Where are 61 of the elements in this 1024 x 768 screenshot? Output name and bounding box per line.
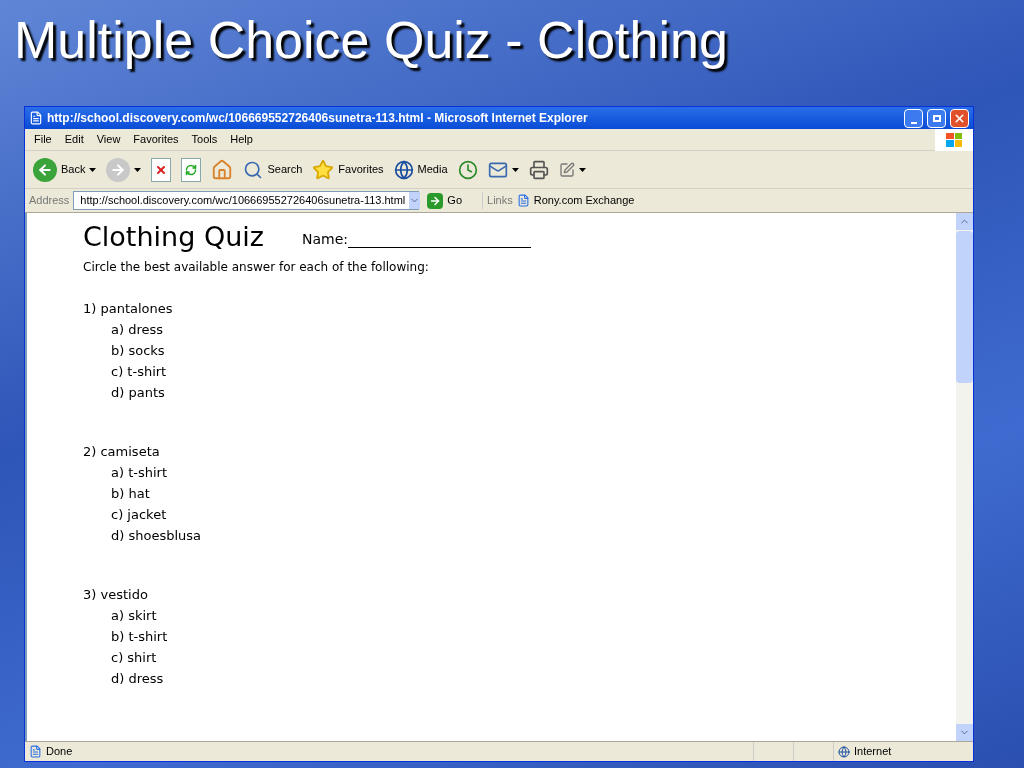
slide-title: Multiple Choice Quiz - Clothing: [14, 11, 728, 69]
menu-item[interactable]: File: [34, 131, 52, 148]
zone-indicator: Internet: [833, 742, 969, 761]
page-icon: [29, 745, 42, 758]
refresh-icon[interactable]: [181, 157, 202, 182]
windows-logo-icon: [935, 128, 973, 151]
menu-item[interactable]: View: [96, 131, 121, 148]
answer-option: b) hat: [83, 483, 956, 504]
toolbar-label[interactable]: Back: [61, 161, 86, 178]
answer-option: a) t-shirt: [83, 462, 956, 483]
answer-option: d) dress: [83, 668, 956, 689]
home-icon[interactable]: [211, 158, 234, 181]
address-field[interactable]: http://school.discovery.com/wc/106669552726406sunetra-113.html: [73, 191, 420, 210]
answer-option: c) shirt: [83, 647, 956, 668]
menu-item[interactable]: Help: [230, 131, 253, 148]
star-icon[interactable]: [312, 158, 335, 181]
history-icon[interactable]: [457, 159, 478, 180]
answer-option: a) dress: [83, 319, 956, 340]
name-fill-in-line[interactable]: [348, 245, 531, 248]
answer-option: c) t-shirt: [83, 361, 956, 382]
answer-option: d) shoesblusa: [83, 525, 956, 546]
caret-icon[interactable]: [578, 167, 586, 172]
quiz-heading: Clothing Quiz: [83, 223, 264, 250]
status-text: Done: [29, 743, 753, 760]
go-button[interactable]: Go: [427, 192, 463, 209]
toolbar-label[interactable]: Search: [267, 161, 303, 178]
globe-icon: [838, 745, 850, 758]
page-icon: [29, 111, 43, 125]
question-text: 2) camiseta: [83, 443, 161, 461]
toolbar-label[interactable]: Favorites: [338, 161, 384, 178]
answer-option: d) pants: [83, 382, 956, 403]
answer-option: b) socks: [83, 340, 956, 361]
address-label: Address: [29, 193, 70, 209]
instruction-text: Circle the best available answer for each of the following:: [83, 259, 430, 276]
page-icon: [516, 194, 530, 207]
caret-icon[interactable]: [134, 167, 142, 172]
answer-option: c) jacket: [83, 504, 956, 525]
caret-icon[interactable]: [89, 167, 97, 172]
search-icon[interactable]: [243, 159, 264, 180]
menu-item[interactable]: Edit: [64, 131, 84, 148]
menu-item[interactable]: Favorites: [133, 131, 179, 148]
caret-icon[interactable]: [511, 167, 519, 172]
toolbar-label[interactable]: Media: [417, 161, 448, 178]
back-icon[interactable]: [33, 157, 57, 182]
globe-icon[interactable]: [393, 159, 414, 180]
printer-icon[interactable]: [528, 159, 549, 180]
scroll-thumb[interactable]: [956, 231, 973, 383]
scrollbar[interactable]: [956, 213, 973, 741]
answer-option: b) t-shirt: [83, 626, 956, 647]
name-label: Name:: [301, 230, 348, 249]
edit-icon[interactable]: [558, 161, 575, 178]
question-text: 3) vestido: [83, 586, 149, 604]
question-text: 1) pantalones: [83, 300, 174, 318]
minimize-button[interactable]: [904, 108, 923, 128]
stop-icon[interactable]: [151, 157, 172, 182]
links-label: Links: [482, 192, 513, 209]
menu-item[interactable]: Tools: [191, 131, 218, 148]
answer-option: a) skirt: [83, 605, 956, 626]
window-title: http://school.discovery.com/wc/106669552726406sunetra-113.html - Microsoft Internet Explorer: [47, 110, 589, 127]
link-item[interactable]: Rony.com Exchange: [516, 192, 635, 209]
restore-button[interactable]: [927, 108, 946, 128]
